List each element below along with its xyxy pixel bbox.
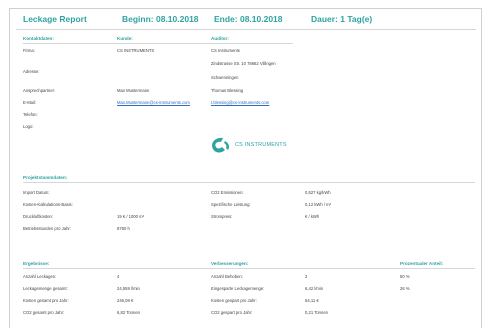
results-section-title: Ergebnisse:	[23, 261, 50, 266]
specific-power-value: 0,12 kWh / m³	[305, 202, 332, 207]
customer-contact-person: Max Mustermann	[117, 88, 150, 93]
project-label: Druckluftkosten:	[23, 214, 54, 219]
project-label: Kosten-Kalkulations-Basis:	[23, 202, 73, 207]
project-label: Import Datum:	[23, 190, 50, 195]
contact-divider	[23, 43, 293, 44]
project-label: Spezifische Leistung:	[211, 202, 251, 207]
auditor-contact-person: Thomas Blessing	[211, 88, 244, 93]
result-label: Leckagemenge gesamt:	[23, 286, 68, 291]
results-divider	[23, 268, 475, 269]
contact-label: Logo:	[23, 124, 34, 129]
improvement-label: Eingesparte Leckagemenge:	[211, 286, 265, 291]
co2-per-year-value: 6,82 Tonnen	[117, 310, 140, 315]
fixed-count-percent: 50 %	[400, 274, 410, 279]
report-title: Leckage Report	[23, 14, 87, 24]
company-logo: CS INSTRUMENTS	[209, 135, 299, 155]
result-label: Kosten gesamt pro Jahr:	[23, 298, 69, 303]
contact-label: Adresse:	[23, 69, 40, 74]
duration: Dauer: 1 Tag(e)	[311, 14, 373, 24]
begin-date: Beginn: 08.10.2018	[122, 14, 199, 24]
report-frame	[9, 8, 482, 328]
auditor-street: Zindstrasse Str. 10 78662 Villingen	[211, 61, 276, 66]
project-label: Strompreis:	[211, 214, 233, 219]
customer-email-link[interactable]: Max.Mustermann@cs-instruments.com	[117, 100, 190, 105]
auditor-city: Schwenningen	[211, 75, 239, 80]
percent-title: Prozentualer Anteil:	[400, 261, 444, 266]
contact-label: Ansprechpartner:	[23, 88, 56, 93]
auditor-title: Auditor:	[211, 36, 229, 41]
contact-label: Firma:	[23, 48, 35, 53]
end-date: Ende: 08.10.2018	[214, 14, 283, 24]
cost-per-year-value: 246,08 €	[117, 298, 134, 303]
leak-volume-value: 24,559 l/min	[117, 286, 140, 291]
contact-section-title: Kontaktdaten:	[23, 36, 54, 41]
electricity-price-value: € / kWh	[305, 214, 320, 219]
operating-hours-value: 8760 h	[117, 226, 130, 231]
auditor-company: CS Instruments	[211, 48, 240, 53]
auditor-email-link[interactable]: t.blessing@cs-instruments.com	[211, 100, 269, 105]
co2-emission-value: 0,527 kg/kWh	[305, 190, 331, 195]
contact-label: Telefon:	[23, 112, 38, 117]
improvements-title: Verbesserungen:	[211, 261, 249, 266]
leak-count-value: 4	[117, 274, 120, 279]
customer-company: CS INSTRUMENTS	[117, 48, 155, 53]
saved-cost-value: 64,11 €	[305, 298, 319, 303]
saved-volume-percent: 26 %	[400, 286, 410, 291]
improvement-label: CO2 gespart pro Jahr:	[211, 310, 253, 315]
customer-title: Kunde:	[117, 36, 133, 41]
air-cost-value: 19 € / 1000 m³	[117, 214, 145, 219]
header-divider	[16, 29, 476, 30]
project-label: Betriebsstunden pro Jahr:	[23, 226, 71, 231]
result-label: Anzahl Leckagen:	[23, 274, 57, 279]
logo-text: CS INSTRUMENTS	[235, 142, 287, 148]
project-label: CO2 Emissionen:	[211, 190, 244, 195]
saved-co2-value: 0,21 Tonnen	[305, 310, 328, 315]
improvement-label: Anzahl Behoben:	[211, 274, 243, 279]
project-section-title: Projektstammdaten:	[23, 175, 68, 180]
improvement-label: Kosten gespart pro Jahr:	[211, 298, 257, 303]
project-divider	[23, 182, 475, 183]
cs-logo-icon	[212, 137, 229, 153]
fixed-count-value: 2	[305, 274, 308, 279]
result-label: CO2 gesamt pro Jahr:	[23, 310, 65, 315]
contact-label: E-Mail:	[23, 100, 37, 105]
saved-volume-value: 6,42 l/min	[305, 286, 324, 291]
